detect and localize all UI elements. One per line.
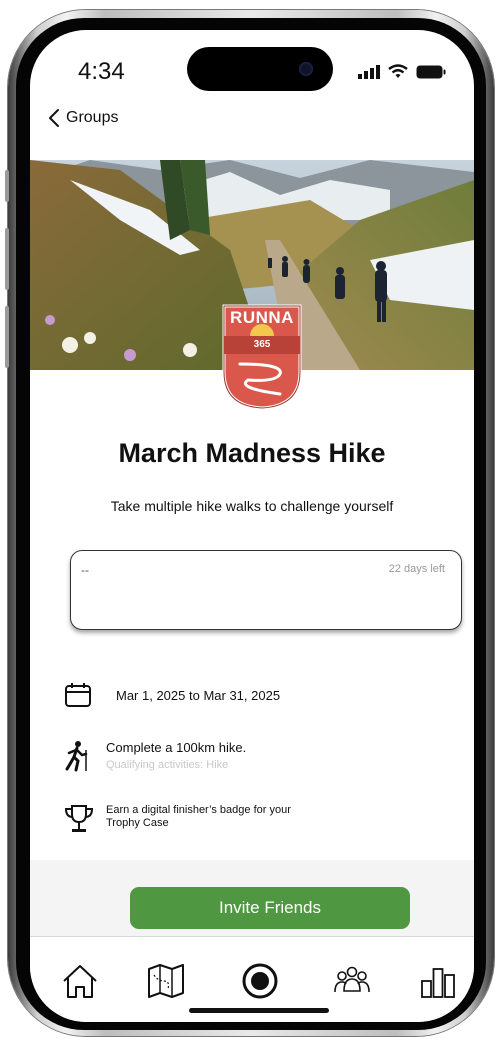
badge-number: 365 (253, 339, 271, 350)
tab-record[interactable] (240, 961, 280, 1001)
mute-switch (5, 170, 9, 202)
home-indicator[interactable] (189, 1008, 329, 1013)
challenge-subtitle: Take multiple hike walks to challenge yo… (110, 498, 394, 514)
volume-down-button (5, 306, 9, 368)
record-icon (242, 963, 278, 999)
trophy-icon (64, 805, 94, 832)
challenge-title: March Madness Hike (118, 438, 386, 468)
hiker-icon (65, 741, 88, 772)
runna-badge: RUNNA 365 (220, 302, 304, 412)
progress-card: -- 22 days left (70, 550, 462, 630)
calendar-icon (65, 683, 91, 707)
tab-groups[interactable] (332, 961, 372, 1001)
invite-friends-button[interactable]: Invite Friends (130, 887, 410, 929)
date-row: Mar 1, 2025 to Mar 31, 2025 (64, 682, 280, 708)
camera-icon (299, 62, 313, 76)
wifi-icon (388, 64, 408, 78)
reward-row: Earn a digital finisher’s badge for your… (64, 804, 291, 834)
date-range: Mar 1, 2025 to Mar 31, 2025 (116, 687, 281, 703)
battery-icon (416, 65, 446, 78)
screen: 4:34 Groups RUNNA 365 March Madness Hike… (30, 30, 474, 1022)
goal-row: Complete a 100km hike. Qualifying activi… (64, 740, 246, 772)
status-time: 4:34 (78, 58, 125, 85)
back-button[interactable]: Groups (48, 108, 118, 128)
tab-home[interactable] (60, 961, 100, 1001)
groups-icon (334, 966, 370, 993)
goal-text: Complete a 100km hike. (106, 740, 247, 755)
map-icon (148, 964, 184, 998)
reward-text-line1: Earn a digital finisher’s badge for your (106, 804, 291, 816)
back-label: Groups (66, 109, 119, 126)
bar-chart-icon (421, 968, 455, 998)
reward-text-line2: Trophy Case (106, 817, 169, 829)
chevron-left-icon (49, 109, 59, 127)
tab-map[interactable] (146, 961, 186, 1001)
days-left: 22 days left (388, 563, 445, 575)
badge-brand: RUNNA (230, 308, 294, 327)
progress-value: -- (81, 563, 89, 577)
status-icons (358, 64, 446, 79)
tab-stats[interactable] (418, 961, 458, 1001)
home-icon (63, 965, 97, 998)
signal-icon (358, 64, 380, 79)
dynamic-island (187, 47, 333, 91)
volume-up-button (5, 228, 9, 290)
qualifying-activities: Qualifying activities: Hike (106, 759, 229, 771)
